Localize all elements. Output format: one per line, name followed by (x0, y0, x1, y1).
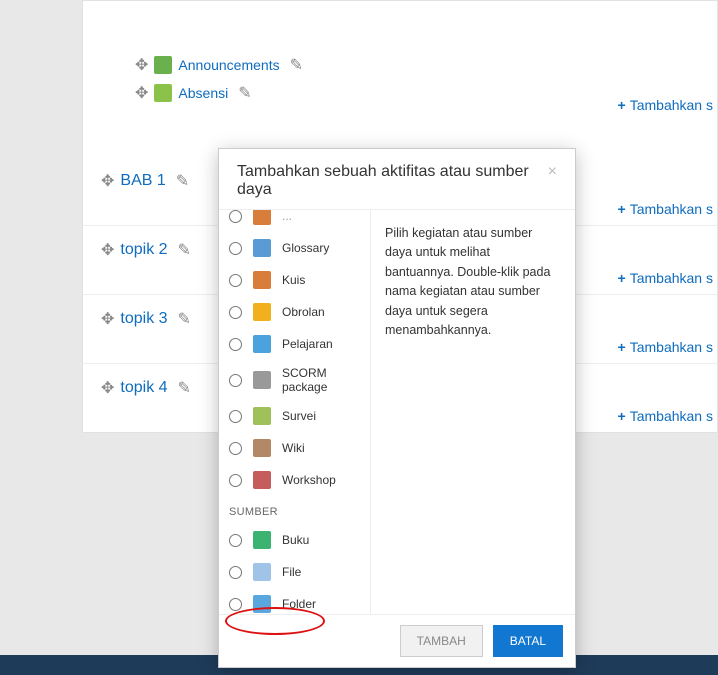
option-label: SCORM package (282, 366, 360, 394)
option-radio[interactable] (229, 374, 242, 387)
option-row[interactable]: Survei (219, 400, 370, 432)
module-icon (252, 438, 272, 458)
modal-body: ... Glossary Kuis Obrolan Pelajaran SCORM pa… (219, 209, 575, 614)
forum-icon (252, 210, 272, 226)
option-label: Survei (282, 409, 360, 423)
modal-overlay: Tambahkan sebuah aktifitas atau sumber d… (0, 0, 718, 675)
option-radio[interactable] (229, 338, 242, 351)
option-label: Buku (282, 533, 360, 547)
option-label: Obrolan (282, 305, 360, 319)
option-label: Workshop (282, 473, 360, 487)
module-icon (252, 530, 272, 550)
activity-list[interactable]: ... Glossary Kuis Obrolan Pelajaran SCORM pa… (219, 210, 371, 614)
module-icon (252, 270, 272, 290)
module-icon (252, 562, 272, 582)
option-label: Glossary (282, 241, 360, 255)
option-radio[interactable] (229, 410, 242, 423)
module-icon (252, 406, 272, 426)
option-row[interactable]: Pelajaran (219, 328, 370, 360)
option-radio[interactable] (229, 474, 242, 487)
option-label: ... (282, 210, 360, 223)
option-row[interactable]: ... (219, 210, 370, 232)
option-row[interactable]: Wiki (219, 432, 370, 464)
option-radio[interactable] (229, 566, 242, 579)
modal-title: Tambahkan sebuah aktifitas atau sumber d… (237, 163, 548, 199)
option-row[interactable]: Glossary (219, 232, 370, 264)
option-row[interactable]: Kuis (219, 264, 370, 296)
option-row[interactable]: Folder (219, 588, 370, 614)
option-radio[interactable] (229, 210, 242, 223)
activity-chooser-modal: Tambahkan sebuah aktifitas atau sumber d… (218, 148, 576, 668)
close-icon[interactable]: × (548, 163, 557, 181)
option-label: Kuis (282, 273, 360, 287)
option-radio[interactable] (229, 274, 242, 287)
option-label: Folder (282, 597, 360, 611)
module-icon (252, 238, 272, 258)
category-sumber: SUMBER (219, 496, 370, 524)
option-row[interactable]: Workshop (219, 464, 370, 496)
module-icon (252, 470, 272, 490)
option-radio[interactable] (229, 442, 242, 455)
add-button[interactable]: TAMBAH (400, 625, 483, 657)
module-icon (252, 334, 272, 354)
option-label: Pelajaran (282, 337, 360, 351)
help-text: Pilih kegiatan atau sumber daya untuk me… (371, 210, 575, 614)
option-radio[interactable] (229, 242, 242, 255)
option-radio[interactable] (229, 306, 242, 319)
modal-footer: TAMBAH BATAL (219, 614, 575, 667)
module-icon (252, 370, 272, 390)
option-radio[interactable] (229, 534, 242, 547)
option-row[interactable]: File (219, 556, 370, 588)
option-label: File (282, 565, 360, 579)
module-icon (252, 302, 272, 322)
module-icon (252, 594, 272, 614)
option-label: Wiki (282, 441, 360, 455)
option-row[interactable]: Buku (219, 524, 370, 556)
modal-header: Tambahkan sebuah aktifitas atau sumber d… (219, 149, 575, 209)
option-radio[interactable] (229, 598, 242, 611)
option-row[interactable]: SCORM package (219, 360, 370, 400)
cancel-button[interactable]: BATAL (493, 625, 563, 657)
option-row[interactable]: Obrolan (219, 296, 370, 328)
